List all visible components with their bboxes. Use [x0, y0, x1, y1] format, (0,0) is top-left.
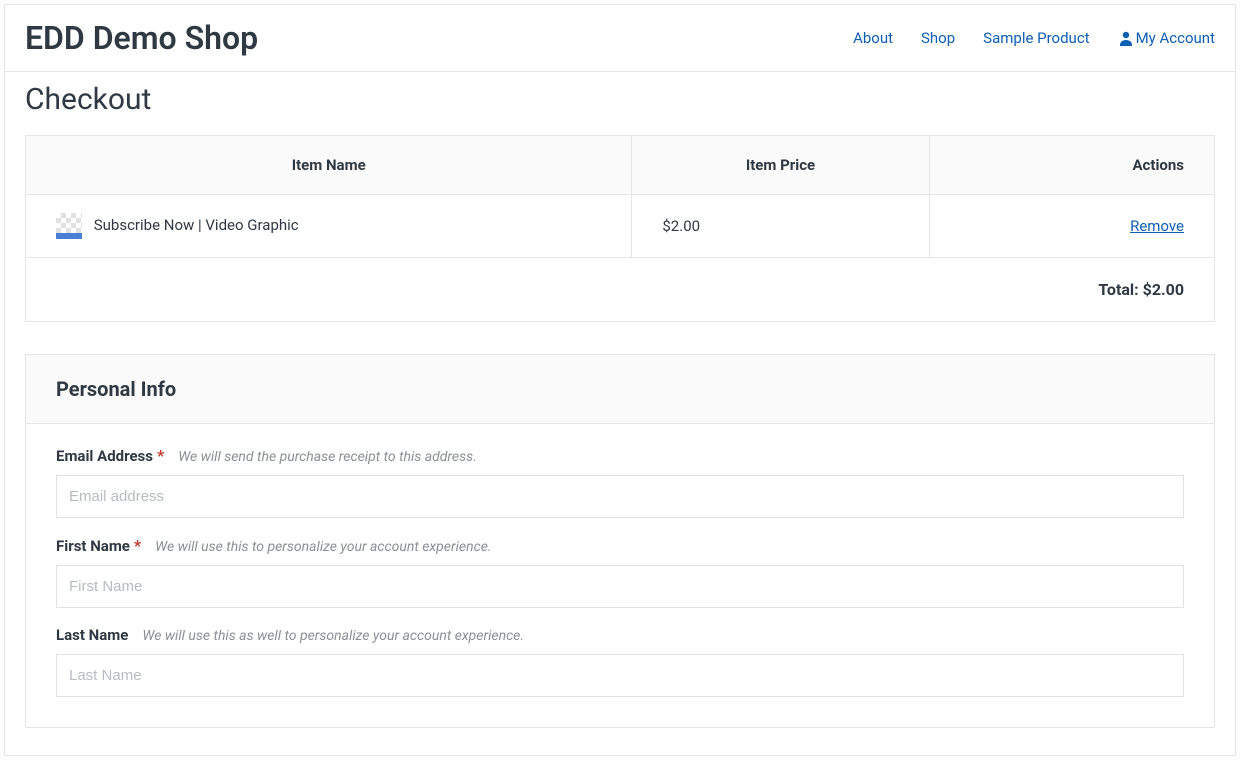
personal-info-panel: Personal Info Email Address * We will se…	[25, 354, 1215, 728]
primary-nav: About Shop Sample Product My Account	[853, 29, 1215, 47]
remove-button[interactable]: Remove	[1130, 217, 1184, 235]
first-name-label: First Name	[56, 537, 130, 555]
email-label: Email Address	[56, 447, 153, 465]
email-required-marker: *	[157, 446, 164, 465]
nav-about[interactable]: About	[853, 29, 893, 47]
cart-col-actions: Actions	[929, 136, 1214, 195]
nav-sample-product[interactable]: Sample Product	[983, 29, 1089, 47]
cart-item-price: $2.00	[632, 195, 929, 258]
personal-info-header: Personal Info	[26, 355, 1214, 424]
site-header: EDD Demo Shop About Shop Sample Product …	[5, 5, 1235, 72]
first-name-required-marker: *	[134, 536, 141, 555]
cart-col-price: Item Price	[632, 136, 929, 195]
cart-table: Item Name Item Price Actions Subscribe N…	[25, 135, 1215, 322]
nav-my-account-label: My Account	[1136, 29, 1215, 47]
person-icon	[1118, 30, 1134, 46]
site-title: EDD Demo Shop	[25, 19, 258, 57]
last-name-label: Last Name	[56, 626, 128, 644]
field-last-name: Last Name We will use this as well to pe…	[56, 626, 1184, 697]
cart-row: Subscribe Now | Video Graphic $2.00 Remo…	[26, 195, 1215, 258]
nav-my-account[interactable]: My Account	[1118, 29, 1215, 47]
first-name-input[interactable]	[56, 565, 1184, 608]
first-name-hint: We will use this to personalize your acc…	[155, 539, 491, 555]
product-thumbnail	[56, 213, 82, 239]
cart-total-row: Total: $2.00	[26, 258, 1215, 322]
personal-info-heading: Personal Info	[56, 377, 1184, 401]
cart-total-label: Total:	[1098, 280, 1142, 299]
cart-col-name: Item Name	[26, 136, 632, 195]
cart-total-value: $2.00	[1143, 280, 1184, 299]
nav-shop[interactable]: Shop	[921, 29, 955, 47]
page-title: Checkout	[5, 72, 1235, 135]
cart-item-name: Subscribe Now | Video Graphic	[94, 216, 299, 234]
field-first-name: First Name * We will use this to persona…	[56, 536, 1184, 608]
last-name-hint: We will use this as well to personalize …	[142, 628, 524, 644]
email-input[interactable]	[56, 475, 1184, 518]
field-email: Email Address * We will send the purchas…	[56, 446, 1184, 518]
last-name-input[interactable]	[56, 654, 1184, 697]
email-hint: We will send the purchase receipt to thi…	[178, 449, 477, 465]
